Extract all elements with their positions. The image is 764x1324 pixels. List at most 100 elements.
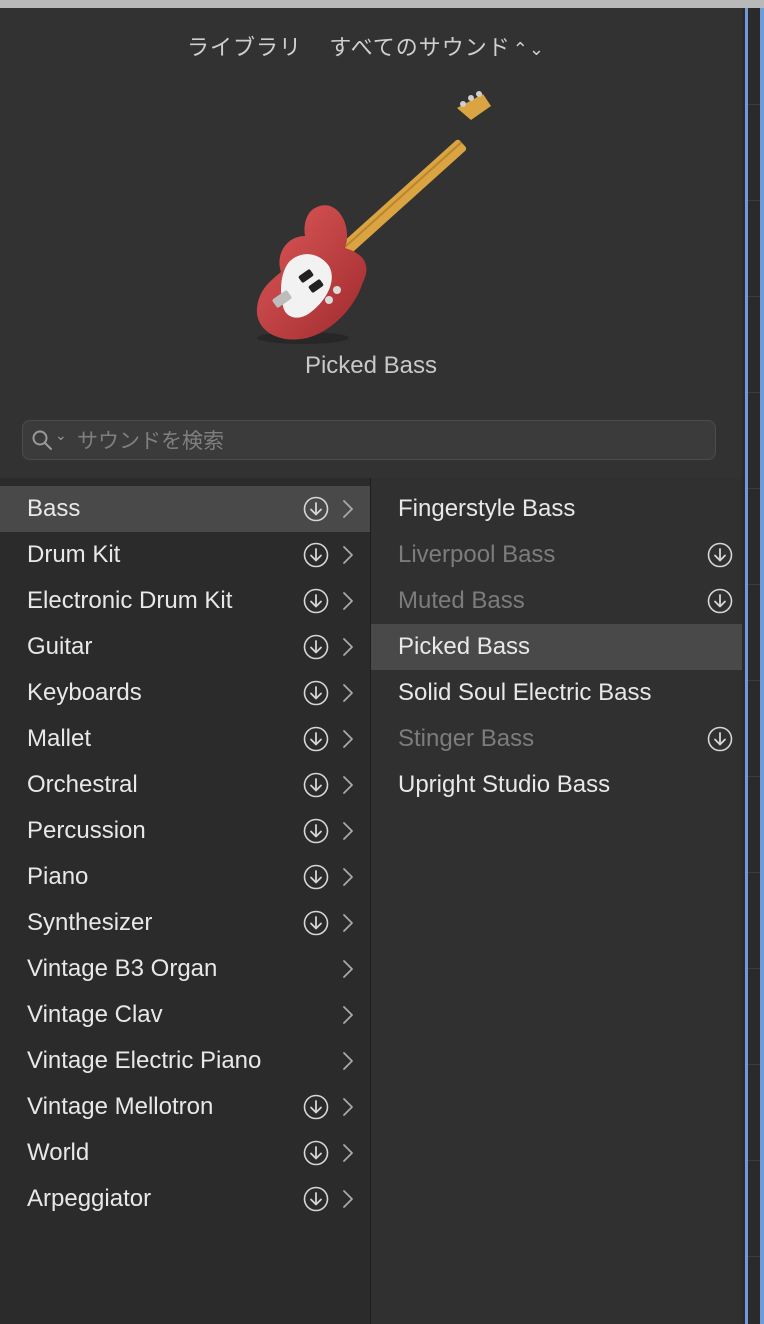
- chevron-right-icon: [343, 960, 353, 978]
- chevron-right-icon: [343, 822, 353, 840]
- category-list: Bass Drum Kit Electronic Drum Kit Guitar Key…: [0, 478, 371, 1324]
- category-item[interactable]: Orchestral: [0, 762, 370, 808]
- track-divider: [748, 1160, 760, 1161]
- category-label: Keyboards: [27, 679, 142, 706]
- up-down-chevron-icon[interactable]: ⌃⌄: [513, 39, 545, 59]
- chevron-right-icon: [343, 592, 353, 610]
- download-icon[interactable]: [303, 1094, 329, 1120]
- instrument-name: Picked Bass: [304, 352, 438, 379]
- search-options-chevron-icon[interactable]: ⌄: [55, 427, 67, 444]
- download-icon[interactable]: [303, 1140, 329, 1166]
- track-divider: [748, 392, 760, 393]
- chevron-right-icon: [343, 684, 353, 702]
- category-item[interactable]: Piano: [0, 854, 370, 900]
- download-icon[interactable]: [707, 542, 733, 568]
- download-icon[interactable]: [303, 772, 329, 798]
- category-label: Arpeggiator: [27, 1185, 152, 1212]
- category-label: Vintage Clav: [27, 1001, 163, 1028]
- download-icon[interactable]: [303, 680, 329, 706]
- category-item[interactable]: Vintage Electric Piano: [0, 1038, 370, 1084]
- category-label: World: [27, 1139, 90, 1166]
- sound-item[interactable]: Upright Studio Bass: [371, 762, 742, 808]
- category-label: Piano: [27, 863, 89, 890]
- track-divider: [748, 200, 760, 201]
- download-icon[interactable]: [303, 1186, 329, 1212]
- sound-label: Stinger Bass: [398, 725, 535, 752]
- sound-label: Upright Studio Bass: [398, 771, 611, 798]
- track-divider: [748, 1064, 760, 1065]
- category-item[interactable]: Vintage Mellotron: [0, 1084, 370, 1130]
- sound-item[interactable]: Stinger Bass: [371, 716, 742, 762]
- category-item[interactable]: Vintage B3 Organ: [0, 946, 370, 992]
- download-icon[interactable]: [303, 542, 329, 568]
- electric-bass-guitar-icon: [256, 91, 491, 344]
- search-icon[interactable]: [31, 429, 53, 451]
- category-item[interactable]: Arpeggiator: [0, 1176, 370, 1222]
- category-item[interactable]: Synthesizer: [0, 900, 370, 946]
- category-item[interactable]: Bass: [0, 486, 370, 532]
- download-icon[interactable]: [707, 588, 733, 614]
- library-title-row: ライブラリ すべてのサウンド ⌃⌄: [0, 30, 742, 62]
- category-item[interactable]: World: [0, 1130, 370, 1176]
- category-label: Vintage Electric Piano: [27, 1047, 262, 1074]
- category-label: Orchestral: [27, 771, 138, 798]
- category-item[interactable]: Keyboards: [0, 670, 370, 716]
- download-icon[interactable]: [303, 910, 329, 936]
- sound-item[interactable]: Fingerstyle Bass: [371, 486, 742, 532]
- category-item[interactable]: Mallet: [0, 716, 370, 762]
- category-label: Drum Kit: [27, 541, 121, 568]
- download-icon[interactable]: [303, 588, 329, 614]
- track-divider: [748, 296, 760, 297]
- sound-list: Fingerstyle Bass Liverpool Bass Muted Bass…: [371, 478, 742, 1324]
- category-label: Mallet: [27, 725, 92, 752]
- track-divider: [748, 488, 760, 489]
- window-top-strip: [0, 0, 764, 8]
- category-item[interactable]: Electronic Drum Kit: [0, 578, 370, 624]
- download-icon[interactable]: [303, 726, 329, 752]
- category-label: Bass: [27, 495, 81, 522]
- library-header: ライブラリ すべてのサウンド ⌃⌄ Picked Bass ⌄ サウンドを検索: [0, 8, 742, 478]
- adjacent-panel: [748, 8, 760, 1324]
- sound-item[interactable]: Liverpool Bass: [371, 532, 742, 578]
- category-item[interactable]: Guitar: [0, 624, 370, 670]
- sound-item[interactable]: Picked Bass: [371, 624, 742, 670]
- track-divider: [748, 1256, 760, 1257]
- track-divider: [748, 776, 760, 777]
- chevron-right-icon: [343, 868, 353, 886]
- sound-item[interactable]: Muted Bass: [371, 578, 742, 624]
- track-divider: [748, 680, 760, 681]
- sound-filter-label[interactable]: すべてのサウンド: [329, 35, 511, 60]
- download-icon[interactable]: [303, 496, 329, 522]
- category-label: Guitar: [27, 633, 93, 660]
- track-divider: [748, 104, 760, 105]
- chevron-right-icon: [343, 776, 353, 794]
- category-item[interactable]: Drum Kit: [0, 532, 370, 578]
- download-icon[interactable]: [303, 864, 329, 890]
- download-icon[interactable]: [303, 634, 329, 660]
- track-divider: [748, 584, 760, 585]
- sound-label: Fingerstyle Bass: [398, 495, 576, 522]
- search-field[interactable]: ⌄: [22, 420, 716, 460]
- category-item[interactable]: Vintage Clav: [0, 992, 370, 1038]
- sound-item[interactable]: Solid Soul Electric Bass: [371, 670, 742, 716]
- sound-label: Solid Soul Electric Bass: [398, 679, 652, 706]
- category-label: Electronic Drum Kit: [27, 587, 233, 614]
- library-panel: ライブラリ すべてのサウンド ⌃⌄ Picked Bass ⌄ サウンドを検索 …: [0, 8, 743, 1324]
- download-icon[interactable]: [707, 726, 733, 752]
- chevron-right-icon: [343, 500, 353, 518]
- library-label: ライブラリ: [187, 35, 303, 60]
- sound-filter-popup[interactable]: すべてのサウンド ⌃⌄: [329, 35, 555, 60]
- category-label: Synthesizer: [27, 909, 153, 936]
- selection-border: [760, 8, 764, 1324]
- download-icon[interactable]: [303, 818, 329, 844]
- search-input[interactable]: [75, 425, 699, 457]
- track-divider: [748, 872, 760, 873]
- category-label: Vintage Mellotron: [27, 1093, 214, 1120]
- chevron-right-icon: [343, 1006, 353, 1024]
- chevron-right-icon: [343, 638, 353, 656]
- sound-label: Liverpool Bass: [398, 541, 556, 568]
- adjacent-panel-edge: [742, 8, 764, 1324]
- chevron-right-icon: [343, 1144, 353, 1162]
- chevron-right-icon: [343, 1098, 353, 1116]
- category-item[interactable]: Percussion: [0, 808, 370, 854]
